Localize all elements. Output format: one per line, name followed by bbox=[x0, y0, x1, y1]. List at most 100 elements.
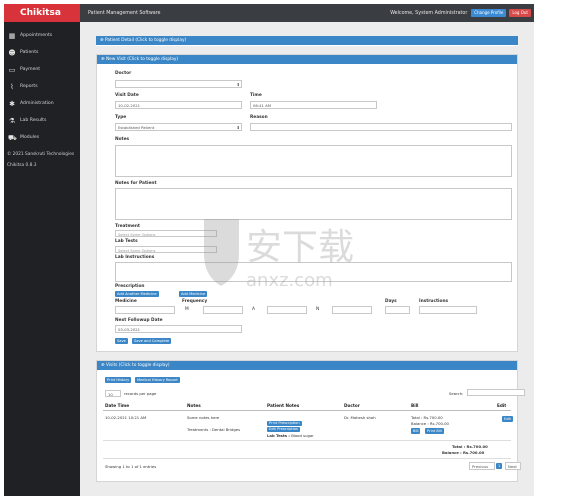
users-icon: ☻ bbox=[8, 48, 16, 57]
row-bill-balance: Balance : Rs.700.00 bbox=[411, 421, 449, 426]
footer-divider bbox=[103, 458, 511, 459]
sidebar-item-administration[interactable]: ✱ Administration bbox=[4, 95, 80, 112]
edit-visit-button[interactable]: Edit bbox=[502, 416, 513, 422]
version-text: Chikitsa 0.8.3 bbox=[7, 163, 37, 168]
print-prescription-button[interactable]: Print Prescription bbox=[267, 421, 302, 426]
bill-button[interactable]: Bill bbox=[411, 428, 421, 434]
doctor-select[interactable]: ⬍ bbox=[115, 80, 242, 88]
showing-entries-text: Showing 1 to 1 of 1 entries bbox=[105, 464, 157, 469]
sidebar-item-label: Modules bbox=[20, 135, 40, 140]
freq-a-input[interactable] bbox=[267, 306, 307, 314]
sidebar-item-appointments[interactable]: ▦ Appointments bbox=[4, 27, 80, 44]
row-bill-total: Total : Rs.700.00 bbox=[411, 415, 443, 420]
freq-n-input[interactable] bbox=[332, 306, 372, 314]
sidebar: Chikitsa ▦ Appointments ☻ Patients ▭ Paymen… bbox=[4, 4, 80, 496]
panel-title: New Visit (Click to toggle display) bbox=[105, 57, 179, 62]
freq-a-label: A bbox=[252, 307, 255, 312]
sidebar-item-lab-results[interactable]: ⚗ Lab Results bbox=[4, 112, 80, 129]
type-select[interactable]: Established Patient ⬍ bbox=[115, 123, 242, 131]
treatment-placeholder: Select Some Options bbox=[118, 233, 156, 237]
sidebar-item-modules[interactable]: ⛟ Modules bbox=[4, 129, 80, 146]
footer-total: Total : Rs.700.00 bbox=[452, 444, 488, 449]
save-complete-button[interactable]: Save and Complete bbox=[132, 338, 172, 344]
money-icon: ▭ bbox=[8, 65, 16, 74]
freq-m-label: M bbox=[185, 307, 189, 312]
type-value: Established Patient bbox=[118, 125, 155, 130]
app-title: Patient Management Software bbox=[88, 10, 161, 16]
patient-detail-panel: ⊕ Patient Detail (Click to toggle displa… bbox=[96, 36, 518, 46]
lab-tests-label: Lab Tests bbox=[115, 239, 138, 244]
instructions-input[interactable] bbox=[419, 306, 477, 314]
search-label: Search: bbox=[449, 391, 464, 396]
flask-icon: ⚗ bbox=[8, 116, 16, 125]
watermark-text: 安下载 bbox=[246, 227, 354, 268]
patient-detail-header[interactable]: ⊕ Patient Detail (Click to toggle displa… bbox=[96, 36, 518, 45]
watermark-subtext: anxz.com bbox=[246, 270, 333, 291]
lab-tests-value: Blood sugar bbox=[291, 433, 314, 438]
row-treatments: Treatments : Dental Bridges bbox=[187, 427, 241, 432]
chevron-down-icon: ⬍ bbox=[236, 82, 240, 87]
col-patient-notes[interactable]: Patient Notes bbox=[267, 403, 299, 408]
sidebar-item-patients[interactable]: ☻ Patients bbox=[4, 44, 80, 61]
time-input[interactable]: 06:41 AM bbox=[250, 101, 377, 109]
notes-patient-label: Notes for Patient bbox=[115, 181, 157, 186]
shield-icon: 安下载 anxz.com bbox=[204, 219, 354, 291]
sidebar-item-label: Payment bbox=[20, 67, 41, 72]
type-label: Type bbox=[115, 115, 127, 120]
visits-header[interactable]: ⊕ Visits (Click to toggle display) bbox=[97, 361, 517, 370]
days-label: Days bbox=[385, 299, 397, 304]
entries-select[interactable]: 10 bbox=[105, 390, 121, 397]
row-lab-tests: Lab Tests : Blood sugar bbox=[267, 433, 314, 438]
time-label: Time bbox=[250, 93, 262, 98]
pagination-next[interactable]: Next bbox=[505, 462, 521, 470]
gear-icon: ✱ bbox=[9, 99, 15, 108]
brand-logo[interactable]: Chikitsa bbox=[4, 4, 80, 22]
chevron-down-icon: ⬍ bbox=[236, 125, 240, 130]
row-datetime: 10-02-2021 10:21 AM bbox=[105, 415, 147, 420]
add-another-medicine-button[interactable]: Add Another Medicine bbox=[115, 291, 159, 297]
new-visit-panel: ⊕ New Visit (Click to toggle display) Do… bbox=[96, 54, 518, 352]
reason-label: Reason bbox=[250, 115, 268, 120]
copyright-text: © 2021 Sanskruti Technologies bbox=[7, 152, 75, 157]
row-notes: Some notes here bbox=[187, 415, 220, 420]
save-button[interactable]: Save bbox=[115, 338, 128, 344]
col-edit[interactable]: Edit bbox=[497, 403, 506, 408]
edit-prescription-button[interactable]: Edit Prescription bbox=[267, 427, 301, 432]
visit-date-input[interactable]: 10-02-2021 bbox=[115, 101, 242, 109]
sidebar-item-payment[interactable]: ▭ Payment bbox=[4, 61, 80, 78]
reason-input[interactable] bbox=[250, 123, 512, 131]
change-profile-button[interactable]: Change Profile bbox=[471, 9, 507, 17]
freq-n-label: N bbox=[316, 307, 320, 312]
lab-instructions-label: Lab Instructions bbox=[115, 255, 155, 260]
chart-icon: ⌇ bbox=[10, 82, 14, 91]
sidebar-item-reports[interactable]: ⌇ Reports bbox=[4, 78, 80, 95]
col-bill[interactable]: Bill bbox=[411, 403, 419, 408]
notes-textarea[interactable] bbox=[115, 145, 512, 177]
medicine-input[interactable] bbox=[115, 306, 175, 314]
sidebar-item-label: Appointments bbox=[20, 33, 53, 38]
new-visit-header[interactable]: ⊕ New Visit (Click to toggle display) bbox=[97, 55, 517, 64]
col-notes[interactable]: Notes bbox=[187, 403, 201, 408]
logout-button[interactable]: Log Out bbox=[509, 9, 531, 17]
freq-m-input[interactable] bbox=[203, 306, 243, 314]
days-input[interactable] bbox=[385, 306, 410, 314]
pagination-page-1[interactable]: 1 bbox=[496, 463, 503, 469]
calendar-icon: ▦ bbox=[8, 31, 16, 40]
col-doctor[interactable]: Doctor bbox=[344, 403, 360, 408]
followup-date-input[interactable]: 03-03-2021 bbox=[115, 325, 242, 333]
print-history-button[interactable]: Print History bbox=[105, 377, 132, 383]
doctor-label: Doctor bbox=[115, 71, 132, 76]
lab-tests-placeholder: Select Some Options bbox=[118, 249, 156, 253]
row-doctor: Dr. Mahesh shah bbox=[344, 415, 376, 420]
print-bill-button[interactable]: Print Bill bbox=[425, 428, 444, 434]
cart-icon: ⛟ bbox=[8, 133, 17, 142]
col-date-time[interactable]: Date Time bbox=[105, 403, 129, 408]
search-input[interactable] bbox=[467, 389, 525, 396]
row-divider bbox=[103, 440, 511, 441]
medical-history-button[interactable]: Medical History Report bbox=[135, 377, 180, 383]
table-header-divider bbox=[103, 410, 511, 411]
visit-date-label: Visit Date bbox=[115, 93, 139, 98]
medicine-label: Medicine bbox=[115, 299, 137, 304]
top-bar: Patient Management Software Welcome, Sys… bbox=[80, 4, 534, 22]
pagination-previous[interactable]: Previous bbox=[469, 462, 495, 470]
